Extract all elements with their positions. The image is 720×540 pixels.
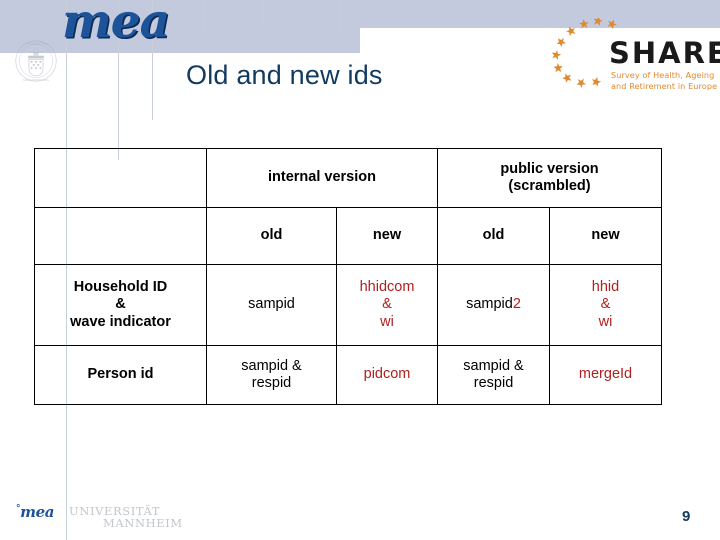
row-label-line: wave indicator bbox=[70, 313, 171, 330]
group-header-internal: internal version bbox=[205, 148, 439, 208]
table-row: Household ID & wave indicator sampid hhi… bbox=[34, 264, 663, 346]
cell-person-public-new: mergeId bbox=[549, 345, 663, 405]
cell-person-internal-new: pidcom bbox=[335, 345, 439, 405]
share-tagline: Survey of Health, Ageing and Retirement … bbox=[611, 70, 720, 91]
template-rule bbox=[262, 0, 263, 28]
group-header-public: public version (scrambled) bbox=[437, 148, 663, 208]
cell-person-internal-old: sampid & respid bbox=[206, 345, 337, 405]
footer-mea-logo: °mea bbox=[16, 505, 54, 520]
subheader-public-new: new bbox=[549, 207, 663, 265]
table-group-header-row: internal version public version (scrambl… bbox=[34, 148, 663, 208]
cell-text: wi bbox=[380, 313, 394, 330]
cell-text: respid bbox=[473, 375, 514, 391]
ids-table-wrapper: internal version public version (scrambl… bbox=[34, 148, 663, 405]
cell-text: & bbox=[600, 296, 611, 313]
cell-text: sampid & bbox=[463, 357, 524, 374]
cell-household-public-old: sampid2 bbox=[437, 264, 551, 346]
ids-table: internal version public version (scrambl… bbox=[34, 148, 663, 405]
footer-university: UNIVERSITÄT MANNHEIM bbox=[69, 505, 183, 530]
subheader-internal-new: new bbox=[335, 207, 439, 265]
page-number: 9 bbox=[682, 508, 691, 525]
share-tagline-line2: and Retirement in Europe bbox=[611, 80, 718, 91]
university-seal-icon: UNIVERSITAS MANNHEIMENSIS bbox=[15, 40, 57, 82]
page-title: Old and new ids bbox=[186, 60, 383, 90]
subheader-public-old: old bbox=[437, 207, 551, 265]
group-header-public-line2: (scrambled) bbox=[508, 178, 591, 194]
cell-text-accent: 2 bbox=[512, 296, 521, 313]
share-wordmark: SHARE bbox=[609, 36, 720, 70]
table-row: Person id sampid & respid pidcom sampid … bbox=[34, 345, 663, 405]
cell-household-public-new: hhid & wi bbox=[549, 264, 663, 346]
row-label-person: Person id bbox=[34, 345, 207, 405]
template-rule bbox=[204, 0, 205, 28]
footer-mea-text: mea bbox=[20, 503, 55, 521]
cell-text: wi bbox=[598, 313, 613, 330]
cell-household-internal-new: hhidcom & wi bbox=[335, 264, 439, 346]
footer-university-line2: MANNHEIM bbox=[103, 515, 183, 530]
row-label-household: Household ID & wave indicator bbox=[34, 264, 207, 346]
row-label-line: Household ID bbox=[73, 279, 168, 296]
share-logo: SHARE Survey of Health, Ageing and Retir… bbox=[543, 18, 720, 94]
cell-text: mergeId bbox=[578, 366, 633, 383]
svg-text:MANNHEIMENSIS: MANNHEIMENSIS bbox=[23, 78, 49, 82]
cell-text: respid bbox=[251, 375, 292, 391]
table-subheader-row: old new old new bbox=[34, 207, 663, 265]
cell-text: hhidcom bbox=[359, 279, 415, 296]
subheader-internal-old: old bbox=[206, 207, 337, 265]
slide-canvas: mea UNIVERSITAS MANNHEIMENSIS SHARE Surv… bbox=[0, 0, 720, 540]
corner-cell-2 bbox=[34, 207, 207, 265]
row-label-line: & bbox=[115, 296, 126, 313]
cell-text: & bbox=[382, 296, 392, 313]
cell-text: sampid bbox=[466, 296, 513, 313]
cell-household-internal-old: sampid bbox=[206, 264, 337, 346]
corner-cell bbox=[34, 148, 207, 208]
cell-text: sampid & bbox=[241, 357, 302, 374]
group-header-public-line1: public version bbox=[500, 160, 599, 177]
cell-person-public-old: sampid & respid bbox=[437, 345, 551, 405]
cell-text: sampid bbox=[248, 296, 295, 313]
cell-text: hhid bbox=[591, 279, 620, 296]
cell-text: pidcom bbox=[363, 366, 411, 383]
svg-text:UNIVERSITAS: UNIVERSITAS bbox=[26, 41, 46, 45]
template-rule bbox=[340, 0, 341, 28]
mea-logo: mea bbox=[62, 0, 170, 49]
share-tagline-line1: Survey of Health, Ageing bbox=[611, 70, 715, 80]
